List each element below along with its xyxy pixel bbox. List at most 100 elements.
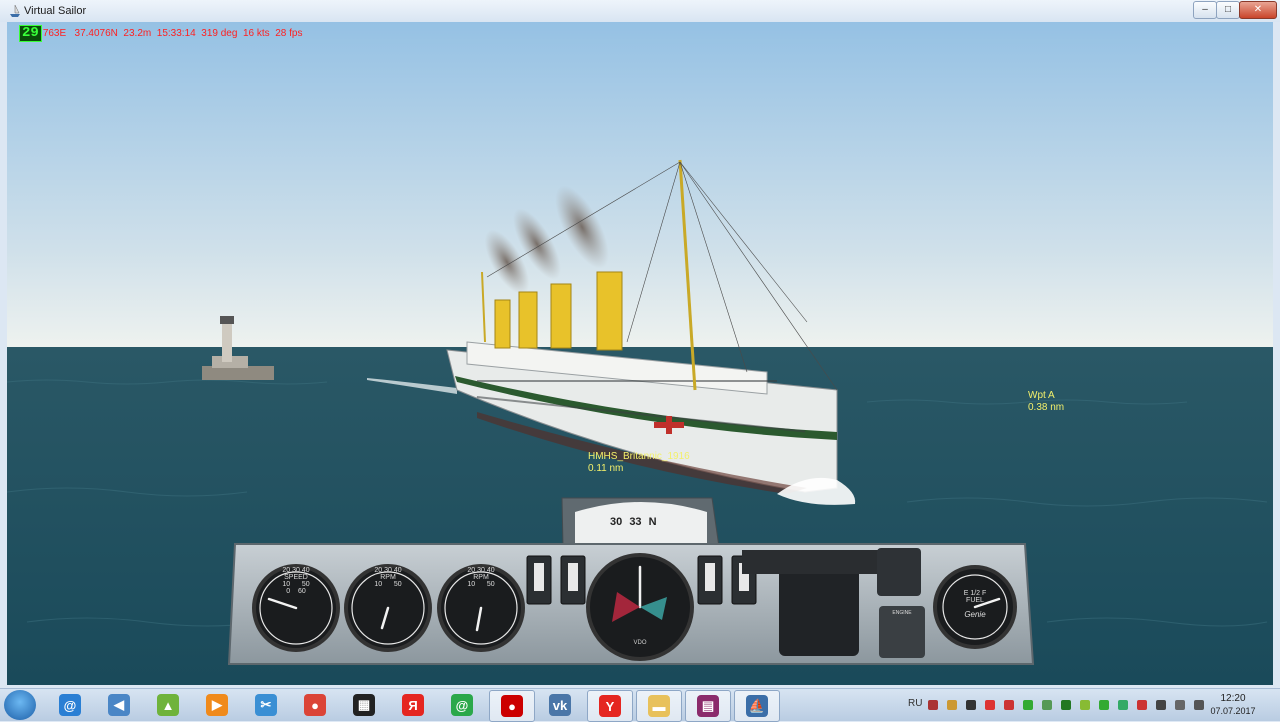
title-bar[interactable]: Virtual Sailor – □ ✕ [0,0,1280,22]
gauge-number: 30 [292,567,300,574]
taskbar-item[interactable]: @ [440,690,484,720]
tray-app-icon[interactable] [928,700,938,710]
gauge-number: 20 [282,567,291,574]
mail-agent-icon: @ [451,694,473,716]
toggle-switch-3[interactable] [698,556,722,604]
tray-app-icon[interactable] [1080,700,1090,710]
taskbar-item[interactable]: ▶ [195,690,239,720]
tray-app-icon[interactable] [1061,700,1071,710]
taskbar-item[interactable]: ▤ [685,690,731,722]
virtual-sailor-icon: ⛵ [746,695,768,717]
gauge-number: 0 [286,588,291,595]
gauge-number: 40 [486,567,495,574]
gauge-number: 1/2 [970,590,981,597]
maximize-button[interactable]: □ [1216,1,1240,19]
compass-ticks: 30 33 N [610,516,657,528]
hud-readout-bar: 29 763E 37.4076N 23.2m 15:33:14 319 deg … [19,24,303,42]
minimize-button[interactable]: – [1193,1,1217,19]
tray-app-icon[interactable] [966,700,976,710]
start-button[interactable] [4,690,36,720]
ship-target-distance: 0.11 nm [588,463,624,474]
record-icon: ● [501,695,523,717]
tray-app-icon[interactable] [1099,700,1109,710]
hud-counter: 29 [19,24,42,42]
tray-app-icon[interactable] [1175,700,1185,710]
close-button[interactable]: ✕ [1239,1,1277,19]
snipping-tool-icon: ✂ [255,694,277,716]
compass-tick: N [648,516,657,528]
speed-gauge-label: SPEED [284,574,308,581]
tray-app-icon[interactable] [1156,700,1166,710]
fuel-gauge-label: FUEL [966,597,984,604]
ship-target-label: HMHS_Britannic_1916 0.11 nm [588,451,690,475]
bluestacks-icon: ▲ [157,694,179,716]
taskbar-item[interactable]: @ [48,690,92,720]
engine-key-switch[interactable] [879,606,925,658]
tray-app-icon[interactable] [1194,700,1204,710]
gauge-number: 30 [477,567,485,574]
gauge-number: 50 [393,581,402,588]
ship-target-name: HMHS_Britannic_1916 [588,451,690,462]
simulation-viewport[interactable]: 29 763E 37.4076N 23.2m 15:33:14 319 deg … [7,22,1273,685]
taskbar-item[interactable]: vk [538,690,582,720]
toggle-switch-1[interactable] [527,556,551,604]
gauge-number: F [982,590,987,597]
gauge-number: 20 [374,567,383,574]
language-indicator[interactable]: RU [908,698,922,709]
film-icon: ▦ [353,694,375,716]
gauge-number: 60 [297,588,306,595]
gauge-number: 10 [374,581,383,588]
tray-app-icon[interactable] [1137,700,1147,710]
window-title: Virtual Sailor [24,5,87,17]
windows-taskbar: @ ◀ ▲ ▶ ✂ ● ▦ Я @ ● vk Y ▬ ▤ ⛵ RU 12:20 07.07.2017 [0,688,1280,722]
tray-app-icon[interactable] [1118,700,1128,710]
taskbar-item[interactable]: ▦ [342,690,386,720]
rpm2-gauge-label: RPM [473,574,489,581]
taskbar-item[interactable]: ◀ [97,690,141,720]
fuel-gauge-face: E 1/2 F FUEL Genie [949,590,1001,619]
taskbar-item[interactable]: ✂ [244,690,288,720]
vdo-label: VDO [633,640,647,646]
taskbar-item[interactable]: ▲ [146,690,190,720]
virtual-sailor-app-icon [10,4,20,17]
compass-tick: 33 [629,516,642,528]
brand-label: Genie [964,610,986,619]
gauge-number: E [963,590,969,597]
taskbar-item[interactable]: ▬ [636,690,682,722]
sea-scene [7,22,1273,685]
taskbar-item[interactable]: Я [391,690,435,720]
gauge-number: 50 [486,581,495,588]
internet-icon: @ [59,694,81,716]
waypoint-distance: 0.38 nm [1028,402,1065,413]
vk-icon: vk [549,694,571,716]
yandex-browser-icon: Y [599,695,621,717]
folder-icon: ▬ [648,695,670,717]
media-player-icon: ▶ [206,694,228,716]
taskbar-item[interactable]: ⛵ [734,690,780,722]
taskbar-item[interactable]: ● [293,690,337,720]
tray-app-icon[interactable] [947,700,957,710]
taskbar-item[interactable]: ● [489,690,535,722]
yandex-icon: Я [402,694,424,716]
tray-app-icon[interactable] [1004,700,1014,710]
application-window: Virtual Sailor – □ ✕ 29 763E 37.4076N 23… [0,0,1280,688]
speed-gauge-face: 20 30 40 SPEED 10 50 0 60 [273,567,319,595]
toggle-switch-2[interactable] [561,556,585,604]
tray-app-icon[interactable] [1023,700,1033,710]
clock-time[interactable]: 12:20 [1208,693,1258,704]
system-tray: RU 12:20 07.07.2017 [900,689,1280,721]
rpm2-gauge-face: 20 30 40 RPM 10 50 [458,567,504,588]
clock-date[interactable]: 07.07.2017 [1206,706,1260,716]
taskbar-item[interactable]: Y [587,690,633,722]
speaker-app-icon: ◀ [108,694,130,716]
tray-app-icon[interactable] [1042,700,1052,710]
gauge-number: 10 [282,581,291,588]
gauge-number: 20 [467,567,476,574]
chrome-icon: ● [304,694,326,716]
winrar-icon: ▤ [697,695,719,717]
gauge-number: 40 [301,567,310,574]
rpm-gauge-label: RPM [380,574,396,581]
tray-app-icon[interactable] [985,700,995,710]
position-readout: 763E 37.4076N 23.2m 15:33:14 319 deg 16 … [42,27,303,39]
waypoint-name: Wpt A [1028,390,1055,401]
